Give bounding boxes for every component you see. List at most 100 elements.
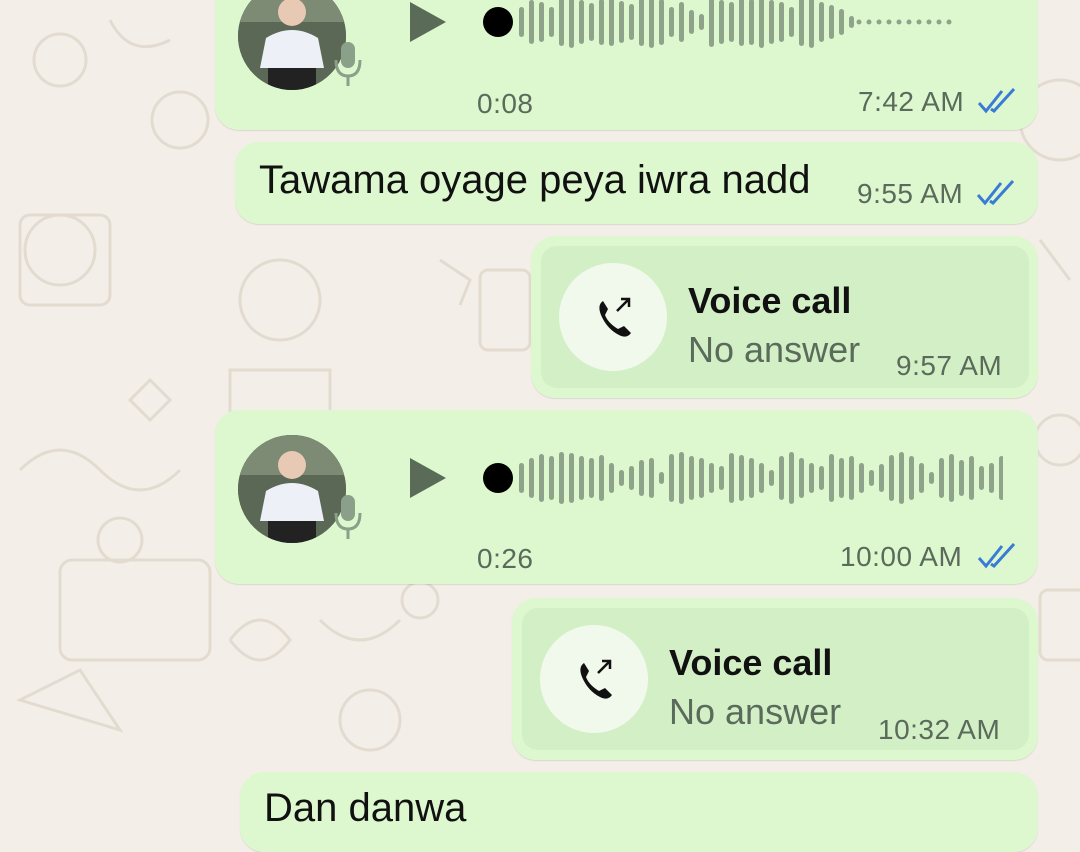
- wave-bar: [869, 470, 874, 486]
- message-text: Tawama oyage peya iwra nadd: [259, 158, 811, 202]
- wave-dot: [906, 19, 912, 25]
- wave-bar: [529, 458, 534, 498]
- wave-bar: [569, 453, 574, 503]
- wave-bar: [759, 0, 764, 48]
- wave-bar: [729, 2, 734, 42]
- wave-dot: [936, 19, 942, 25]
- phone-outgoing-icon: [580, 659, 612, 699]
- mic-icon: [334, 495, 362, 539]
- wave-dot: [866, 19, 872, 25]
- mic-icon: [334, 42, 362, 86]
- text-message-bubble[interactable]: Tawama oyage peya iwra nadd 9:55 AM: [235, 142, 1038, 224]
- message-time: 9:57 AM: [896, 350, 1003, 381]
- wave-bar: [849, 16, 854, 28]
- voice-waveform-2[interactable]: [483, 448, 1003, 508]
- phone-outgoing-icon: [599, 297, 631, 337]
- wave-bar: [629, 4, 634, 40]
- play-icon[interactable]: [408, 0, 448, 44]
- wave-bar: [549, 456, 554, 500]
- message-time: 7:42 AM: [858, 86, 965, 117]
- wave-bar: [709, 0, 714, 47]
- call-title: Voice call: [669, 642, 833, 683]
- wave-bar: [639, 460, 644, 496]
- double-check-icon: [976, 179, 1015, 206]
- wave-bar: [839, 9, 844, 35]
- wave-bar: [519, 463, 524, 493]
- wave-bar: [659, 0, 664, 45]
- wave-dot: [926, 19, 932, 25]
- wave-bar: [789, 452, 794, 504]
- sender-avatar: [238, 435, 346, 543]
- wave-bar: [519, 7, 524, 37]
- play-icon[interactable]: [408, 456, 448, 500]
- call-message-bubble[interactable]: Voice call No answer 10:32 AM: [512, 598, 1038, 760]
- playhead-dot: [483, 7, 513, 37]
- wave-dot: [916, 19, 922, 25]
- wave-bar: [609, 463, 614, 493]
- call-message-bubble[interactable]: Voice call No answer 9:57 AM: [531, 236, 1038, 398]
- wave-bar: [849, 456, 854, 500]
- wave-bar: [999, 456, 1003, 500]
- wave-bar: [769, 470, 774, 486]
- wave-dot: [856, 19, 862, 25]
- wave-bar: [589, 458, 594, 498]
- double-check-icon: [977, 87, 1016, 114]
- wave-bar: [859, 463, 864, 493]
- voice-message-bubble[interactable]: 0:08 7:42 AM: [215, 0, 1038, 130]
- message-time: 9:55 AM: [857, 178, 964, 209]
- wave-bar: [619, 1, 624, 43]
- voice-waveform-1[interactable]: [483, 0, 1003, 52]
- wave-bar: [549, 7, 554, 37]
- wave-bar: [719, 0, 724, 44]
- wave-bar: [699, 458, 704, 498]
- wave-bar: [779, 2, 784, 42]
- wave-bar: [539, 2, 544, 42]
- message-time: 10:00 AM: [840, 541, 963, 572]
- wave-dot: [896, 19, 902, 25]
- wave-bar: [989, 463, 994, 493]
- wave-bar: [799, 0, 804, 46]
- wave-bar: [559, 452, 564, 504]
- voice-message-bubble[interactable]: 0:26 10:00 AM: [215, 410, 1038, 584]
- wave-bar: [779, 456, 784, 500]
- wave-bar: [909, 456, 914, 500]
- wave-bar: [829, 454, 834, 502]
- wave-bar: [689, 456, 694, 500]
- wave-bar: [649, 458, 654, 498]
- wave-bar: [979, 466, 984, 490]
- wave-bar: [819, 466, 824, 490]
- wave-bar: [959, 460, 964, 496]
- wave-bar: [719, 466, 724, 490]
- wave-bar: [739, 455, 744, 501]
- wave-bar: [769, 0, 774, 44]
- wave-bar: [699, 14, 704, 30]
- wave-bar: [669, 454, 674, 502]
- wave-bar: [679, 452, 684, 504]
- wave-bar: [879, 464, 884, 492]
- wave-bar: [899, 452, 904, 504]
- wave-dot: [886, 19, 892, 25]
- text-message-bubble[interactable]: Dan danwa: [240, 772, 1038, 852]
- wave-bar: [639, 0, 644, 46]
- wave-bar: [599, 0, 604, 45]
- wave-bar: [659, 472, 664, 484]
- wave-bar: [669, 7, 674, 37]
- wave-bar: [539, 454, 544, 502]
- wave-bar: [929, 472, 934, 484]
- wave-bar: [689, 10, 694, 34]
- call-panel: Voice call No answer 9:57 AM: [541, 246, 1029, 388]
- call-panel: Voice call No answer 10:32 AM: [522, 608, 1029, 750]
- wave-bar: [839, 458, 844, 498]
- double-check-icon: [977, 542, 1016, 569]
- wave-bar: [649, 0, 654, 48]
- wave-bar: [679, 2, 684, 42]
- wave-bar: [609, 0, 614, 46]
- call-icon-circle: [559, 263, 667, 371]
- wave-bar: [949, 454, 954, 502]
- voice-duration: 0:26: [477, 543, 534, 574]
- wave-bar: [829, 5, 834, 39]
- call-title: Voice call: [688, 280, 852, 321]
- wave-bar: [759, 463, 764, 493]
- wave-bar: [749, 458, 754, 498]
- wave-bar: [579, 0, 584, 44]
